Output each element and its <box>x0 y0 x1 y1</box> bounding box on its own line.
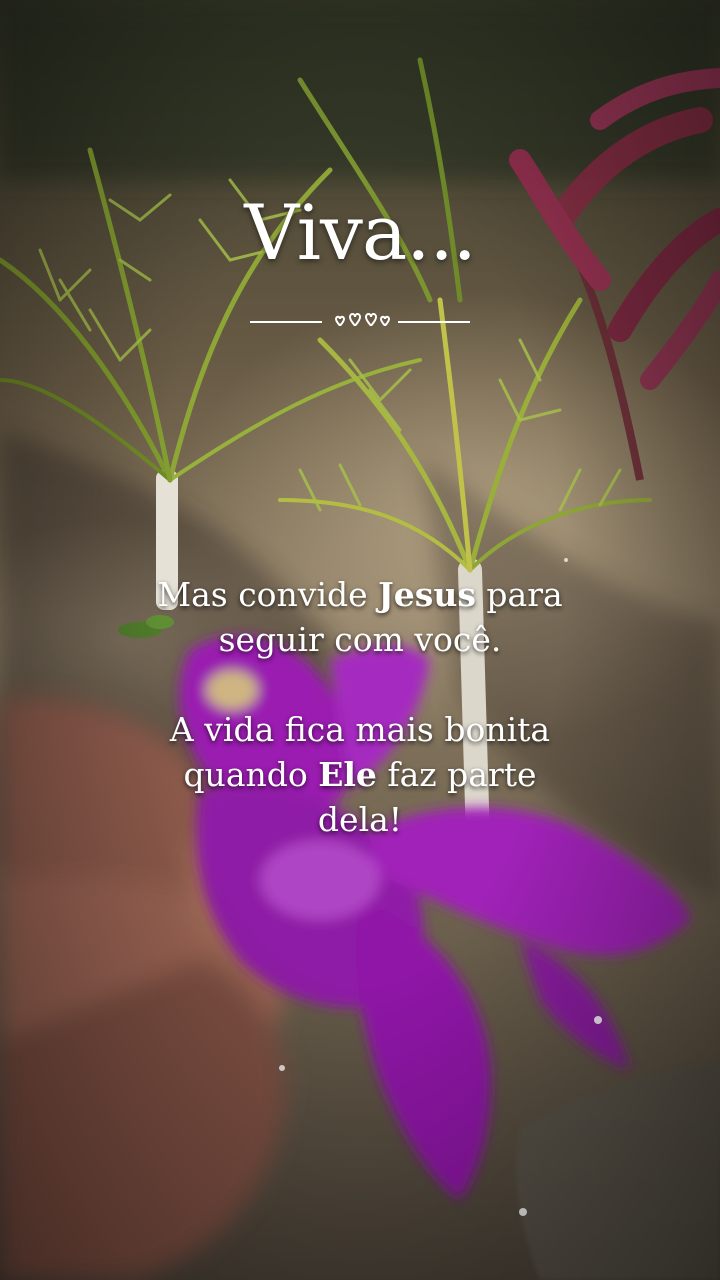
heart-icon <box>379 315 391 327</box>
rock <box>516 1060 720 1280</box>
message-line: Mas convide Jesus para <box>157 575 563 614</box>
heart-divider <box>250 313 470 327</box>
message-line: A vida fica mais bonita <box>169 710 551 749</box>
message-line: quando Ele faz parte <box>183 755 537 794</box>
heart-icon <box>334 315 346 327</box>
title: Viva... <box>244 188 477 277</box>
message-line: seguir com você. <box>218 620 502 659</box>
heart-icon <box>364 313 378 327</box>
message-text: Mas convide Jesus para seguir com você. … <box>110 572 610 842</box>
heart-icon <box>348 313 362 327</box>
message-line: dela! <box>317 800 403 839</box>
